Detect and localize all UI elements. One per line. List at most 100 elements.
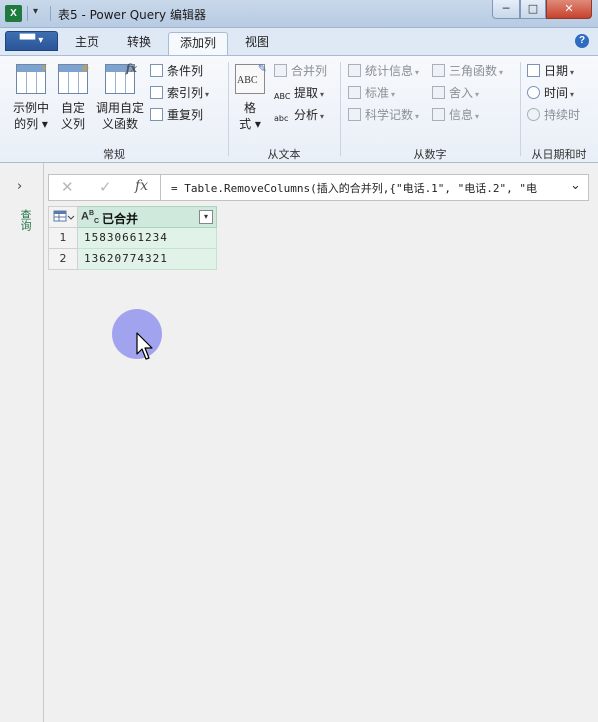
group-label-from-number: 从数字 [413, 148, 447, 161]
excel-icon[interactable]: X [5, 5, 22, 22]
chevron-down-icon: ▾ [475, 112, 480, 121]
button-label: 格 [243, 101, 256, 115]
group-divider [340, 62, 341, 156]
fx-icon[interactable]: fx [135, 178, 148, 194]
table-lightning-icon: ⚡ [16, 62, 48, 94]
minimize-button[interactable]: ─ [492, 0, 520, 19]
tab-transform[interactable]: 转换 [116, 32, 162, 55]
divider [27, 6, 28, 21]
chevron-down-icon: ▾ [415, 112, 420, 121]
rounding-icon [432, 86, 445, 99]
format-button[interactable]: ABC ✎ 格 式 ▾ [234, 62, 267, 132]
button-label: 时间 [544, 86, 569, 100]
filter-dropdown-icon[interactable]: ▾ [199, 210, 213, 224]
button-label: 信息 [449, 108, 474, 122]
button-label: 舍入 [449, 86, 474, 100]
chevron-down-icon: ▾ [570, 90, 575, 99]
duration-button[interactable]: 持续时 [527, 106, 580, 124]
formula-bar: ✕ ✓ fx = Table.RemoveColumns(插入的合并列,{"电话… [48, 174, 589, 201]
duplicate-column-icon [150, 108, 163, 121]
maximize-button[interactable]: □ [520, 0, 546, 19]
ribbon-tab-row: ▀▀ ▾ 主页 转换 添加列 视图 ? [0, 28, 598, 55]
button-label: 持续时 [544, 108, 581, 122]
merge-columns-button[interactable]: 合并列 [274, 62, 327, 80]
window-title: 表5 - Power Query 编辑器 [58, 8, 206, 22]
button-label: 提取 [294, 86, 319, 100]
conditional-column-button[interactable]: 条件列 [150, 62, 203, 80]
abc-123-icon: ABC [274, 92, 291, 101]
chevron-down-icon: ▾ [415, 68, 420, 77]
chevron-down-icon: ▾ [320, 90, 325, 99]
table-cell[interactable]: 15830661234 [78, 228, 217, 249]
close-button[interactable]: ✕ [546, 0, 592, 19]
button-label: 义函数 [101, 117, 138, 131]
button-label: 合并列 [291, 64, 328, 78]
triangle-icon [432, 64, 445, 77]
tab-add-column[interactable]: 添加列 [168, 32, 228, 55]
formula-input[interactable]: = Table.RemoveColumns(插入的合并列,{"电话.1", "电… [171, 180, 563, 196]
queries-pane-label[interactable]: 查询 [17, 209, 33, 231]
standard-icon [348, 86, 361, 99]
trigonometry-button[interactable]: 三角函数 ▾ [432, 62, 503, 80]
chevron-down-icon: ▾ [499, 68, 504, 77]
group-label-from-text: 从文本 [267, 148, 301, 161]
invoke-custom-function-button[interactable]: fx 调用自定 义函数 [94, 62, 146, 132]
chevron-down-icon: ▾ [205, 90, 210, 99]
text-type-icon[interactable]: ABC [81, 210, 99, 225]
table-menu-button[interactable] [48, 206, 78, 228]
tab-home[interactable]: 主页 [64, 32, 110, 55]
cancel-formula-icon[interactable]: ✕ [61, 178, 74, 196]
chevron-down-icon[interactable]: ⌄ [570, 178, 581, 193]
column-from-examples-button[interactable]: ⚡ 示例中 的列 ▾ [8, 62, 54, 132]
button-label: 的列 ▾ [14, 117, 48, 131]
row-number: 1 [48, 228, 78, 249]
custom-column-button[interactable]: ✳ 自定 义列 [56, 62, 90, 132]
duplicate-column-button[interactable]: 重复列 [150, 106, 203, 124]
button-label: 式 ▾ [239, 117, 261, 131]
stopwatch-icon [527, 108, 540, 121]
help-icon[interactable]: ? [575, 34, 589, 48]
column-name: 已合并 [102, 212, 139, 226]
time-button[interactable]: 时间 ▾ [527, 84, 574, 102]
calendar-icon [527, 64, 540, 77]
extract-button[interactable]: ABC 提取 ▾ [274, 84, 324, 102]
statistics-button[interactable]: 统计信息 ▾ [348, 62, 419, 80]
clock-icon [527, 86, 540, 99]
table-function-icon: fx [105, 62, 137, 94]
rounding-button[interactable]: 舍入 ▾ [432, 84, 479, 102]
scientific-button[interactable]: 科学记数 ▾ [348, 106, 419, 124]
title-bar: X ▾ 表5 - Power Query 编辑器 ─ □ ✕ [0, 0, 598, 28]
group-label-general: 常规 [103, 148, 125, 161]
button-label: 三角函数 [449, 64, 498, 78]
table-cell[interactable]: 13620774321 [78, 249, 217, 270]
confirm-formula-icon[interactable]: ✓ [99, 178, 112, 196]
button-label: 统计信息 [365, 64, 414, 78]
queries-pane-collapsed: › 查询 [0, 163, 44, 722]
column-header[interactable]: ABC 已合并 ▾ [78, 206, 217, 228]
button-label: 调用自定 [95, 101, 144, 115]
ribbon: ⚡ 示例中 的列 ▾ ✳ 自定 义列 fx 调用自定 义函数 条件列 索引列 ▾ … [0, 55, 598, 163]
index-column-icon [150, 86, 163, 99]
chevron-right-icon[interactable]: › [17, 179, 22, 194]
information-button[interactable]: 信息 ▾ [432, 106, 479, 124]
parse-icon: abc [274, 114, 289, 123]
conditional-column-icon [150, 64, 163, 77]
tab-view[interactable]: 视图 [234, 32, 280, 55]
standard-button[interactable]: 标准 ▾ [348, 84, 395, 102]
button-label: 条件列 [167, 64, 204, 78]
index-column-button[interactable]: 索引列 ▾ [150, 84, 209, 102]
chevron-down-icon: ▾ [475, 90, 480, 99]
file-menu-button[interactable]: ▀▀ ▾ [5, 31, 58, 51]
button-label: 义列 [60, 117, 85, 131]
row-number: 2 [48, 249, 78, 270]
button-label: 科学记数 [365, 108, 414, 122]
date-button[interactable]: 日期 ▾ [527, 62, 574, 80]
button-label: 标准 [365, 86, 390, 100]
exponent-icon [348, 108, 361, 121]
divider [160, 175, 161, 200]
divider [50, 6, 51, 21]
sigma-icon [348, 64, 361, 77]
parse-button[interactable]: abc 分析 ▾ [274, 106, 324, 124]
format-abc-icon: ABC ✎ [235, 62, 267, 94]
quick-access-dropdown-icon[interactable]: ▾ [33, 6, 38, 17]
